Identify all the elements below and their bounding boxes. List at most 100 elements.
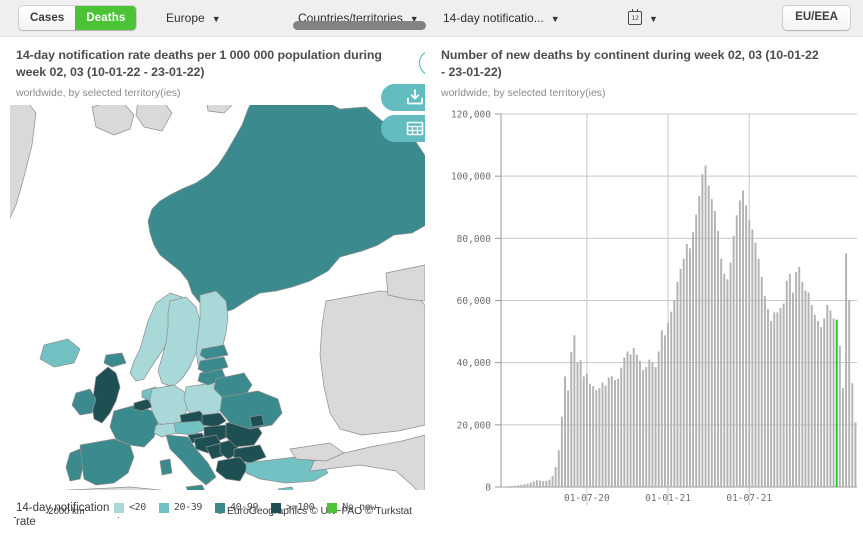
indicator-dropdown[interactable]: 14-day notificatio... ▼ <box>443 6 560 30</box>
chart-bar[interactable] <box>527 484 529 487</box>
chart-bar[interactable] <box>717 231 719 487</box>
chart-bar[interactable] <box>558 450 560 487</box>
chart-bar[interactable] <box>833 319 835 487</box>
chart-bar[interactable] <box>573 335 575 487</box>
chart-bar[interactable] <box>561 417 563 487</box>
chart-bar[interactable] <box>770 321 772 487</box>
chart-bar[interactable] <box>686 244 688 487</box>
chart-bar[interactable] <box>851 383 853 487</box>
chart-bar[interactable] <box>664 335 666 487</box>
chart-bar[interactable] <box>708 185 710 487</box>
chart-bar[interactable] <box>514 486 516 487</box>
chart-bar[interactable] <box>570 352 572 487</box>
chart-bar[interactable] <box>811 305 813 487</box>
chart-bar[interactable] <box>676 282 678 487</box>
chart-bar[interactable] <box>798 267 800 487</box>
chart-bar[interactable] <box>786 281 788 487</box>
chart-bar[interactable] <box>776 312 778 487</box>
chart-bar[interactable] <box>667 323 669 487</box>
chart-bar[interactable] <box>701 174 703 487</box>
legend-item[interactable]: >=100 <box>271 502 314 513</box>
chart-bar[interactable] <box>636 355 638 487</box>
chart-bar[interactable] <box>592 386 594 487</box>
chart-bar[interactable] <box>523 484 525 487</box>
chart-bar[interactable] <box>761 277 763 487</box>
chart-bar[interactable] <box>661 330 663 487</box>
chart-bar[interactable] <box>795 272 797 487</box>
chart-bar[interactable] <box>823 319 825 487</box>
chart-bar[interactable] <box>536 480 538 487</box>
chart-bar[interactable] <box>711 199 713 487</box>
chart-bar[interactable] <box>742 190 744 487</box>
chart-bar[interactable] <box>692 232 694 487</box>
legend-item[interactable]: No new <box>327 502 376 513</box>
chart-bar[interactable] <box>755 243 757 487</box>
chart-bar[interactable] <box>639 361 641 487</box>
chart-bar[interactable] <box>745 205 747 487</box>
chart-bar[interactable] <box>580 360 582 487</box>
chart-bar[interactable] <box>845 253 847 487</box>
chart-bar[interactable] <box>642 370 644 487</box>
chart-bar[interactable] <box>680 269 682 487</box>
chart-bar[interactable] <box>839 346 841 487</box>
chart-bar[interactable] <box>808 292 810 487</box>
chart-bar[interactable] <box>723 274 725 487</box>
chart-bar[interactable] <box>617 379 619 487</box>
chart-bar[interactable] <box>655 367 657 487</box>
chart-bar[interactable] <box>673 300 675 487</box>
chart-bar[interactable] <box>598 388 600 487</box>
chart-bar[interactable] <box>583 376 585 487</box>
chart-bar[interactable] <box>670 312 672 487</box>
chart-bar[interactable] <box>564 376 566 487</box>
chart-bar[interactable] <box>695 215 697 487</box>
chart-bar[interactable] <box>764 296 766 487</box>
chart-bar[interactable] <box>602 383 604 487</box>
chart-bar[interactable] <box>780 308 782 487</box>
chart-bar[interactable] <box>577 362 579 487</box>
chart-bar[interactable] <box>614 380 616 487</box>
chart-bar[interactable] <box>658 351 660 487</box>
chart-bar[interactable] <box>548 480 550 487</box>
region-dropdown[interactable]: Europe ▼ <box>166 6 221 30</box>
chart-bar[interactable] <box>595 390 597 487</box>
chart-bar[interactable] <box>814 315 816 487</box>
chart-bar[interactable] <box>630 355 632 487</box>
chart-bar[interactable] <box>505 486 507 487</box>
chart-bar[interactable] <box>517 485 519 487</box>
chart-bar[interactable] <box>502 487 504 488</box>
chart-bar[interactable] <box>826 305 828 487</box>
chart-bar[interactable] <box>689 248 691 487</box>
chart-bar[interactable] <box>854 422 856 487</box>
chart-bar[interactable] <box>651 362 653 487</box>
chart-bar[interactable] <box>730 263 732 487</box>
chart-bar[interactable] <box>789 274 791 487</box>
chart-bar[interactable] <box>530 483 532 487</box>
chart-bar[interactable] <box>720 259 722 487</box>
chart-bar[interactable] <box>520 485 522 487</box>
chart-bar[interactable] <box>605 386 607 487</box>
chart-bar[interactable] <box>633 348 635 487</box>
deaths-bar-chart[interactable]: 020,00040,00060,00080,000100,000120,0000… <box>425 102 863 540</box>
legend-item[interactable]: 20-39 <box>159 502 202 513</box>
chart-bar[interactable] <box>508 486 510 487</box>
chart-bar[interactable] <box>767 309 769 487</box>
chart-bar[interactable] <box>589 384 591 487</box>
legend-item[interactable]: 40-99 <box>215 502 258 513</box>
horizontal-scrollbar-thumb[interactable] <box>293 21 426 30</box>
chart-bar[interactable] <box>842 388 844 487</box>
chart-bar[interactable] <box>552 476 554 487</box>
cases-deaths-toggle[interactable]: Cases Deaths <box>19 6 136 30</box>
chart-bar[interactable] <box>726 279 728 487</box>
chart-bar[interactable] <box>611 376 613 487</box>
chart-bar[interactable] <box>751 230 753 487</box>
map-canvas[interactable] <box>10 105 425 490</box>
chart-bar[interactable] <box>705 166 707 487</box>
chart-bar[interactable] <box>648 360 650 487</box>
eu-eea-button[interactable]: EU/EEA <box>783 6 850 30</box>
chart-bar[interactable] <box>714 211 716 487</box>
chart-bar[interactable] <box>801 282 803 487</box>
chart-bar[interactable] <box>645 367 647 487</box>
chart-bar[interactable] <box>539 480 541 487</box>
chart-bar[interactable] <box>555 467 557 487</box>
chart-bar[interactable] <box>698 196 700 487</box>
